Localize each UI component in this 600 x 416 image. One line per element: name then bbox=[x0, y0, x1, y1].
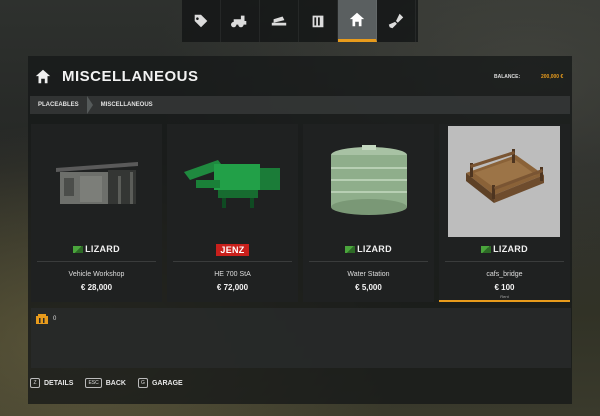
divider bbox=[309, 261, 428, 262]
item-image bbox=[167, 124, 298, 236]
item-name: Vehicle Workshop bbox=[68, 271, 125, 278]
tab-landscaping[interactable] bbox=[377, 0, 416, 42]
item-image bbox=[31, 124, 162, 236]
item-rent-note: Rent bbox=[500, 294, 509, 299]
category-tab-bar bbox=[182, 0, 418, 42]
hint-label: GARAGE bbox=[151, 379, 183, 387]
garage-button[interactable]: G GARAGE bbox=[137, 378, 183, 388]
item-card-vehicle-workshop[interactable]: LIZARD Vehicle Workshop € 28,000 bbox=[31, 124, 162, 302]
hint-label: DETAILS bbox=[44, 379, 74, 387]
divider bbox=[173, 261, 292, 262]
page-title: MISCELLANEOUS bbox=[62, 68, 199, 85]
balance-label: BALANCE: bbox=[494, 74, 521, 80]
brand-logo: LIZARD bbox=[31, 244, 162, 254]
item-details-panel: 0 bbox=[31, 308, 571, 368]
breadcrumb-item-placeables[interactable]: PLACEABLES bbox=[30, 102, 87, 108]
item-name: HE 700 StA bbox=[214, 271, 251, 278]
home-icon bbox=[349, 12, 365, 26]
silo-icon bbox=[312, 15, 324, 28]
tab-vehicles[interactable] bbox=[221, 0, 260, 42]
hint-label: BACK bbox=[105, 379, 126, 387]
item-price: € 5,000 bbox=[355, 283, 382, 292]
item-list: LIZARD Vehicle Workshop € 28,000 JENZ HE… bbox=[31, 124, 571, 302]
workshop-image bbox=[55, 162, 138, 204]
tractor-icon bbox=[231, 15, 247, 28]
item-name: Water Station bbox=[347, 271, 390, 278]
tab-tools[interactable] bbox=[260, 0, 299, 42]
item-card-he-700-sta[interactable]: JENZ HE 700 StA € 72,000 bbox=[167, 124, 298, 302]
tools-icon bbox=[271, 16, 287, 26]
divider bbox=[445, 261, 564, 262]
home-icon bbox=[35, 69, 51, 84]
details-button[interactable]: Z DETAILS bbox=[30, 378, 73, 388]
tag-icon bbox=[194, 14, 208, 28]
key-hint: Z bbox=[30, 378, 40, 388]
item-price: € 72,000 bbox=[216, 283, 249, 292]
item-image bbox=[448, 126, 560, 237]
key-hint: G bbox=[137, 378, 148, 388]
item-card-water-station[interactable]: LIZARD Water Station € 5,000 bbox=[303, 124, 434, 302]
brand-logo: JENZ bbox=[167, 244, 298, 256]
shop-panel: MISCELLANEOUS BALANCE: 200,000 € PLACEAB… bbox=[28, 56, 572, 404]
footer-hints: Z DETAILS ESC BACK G GARAGE bbox=[30, 376, 195, 390]
storage-icon bbox=[36, 314, 48, 324]
item-price: € 28,000 bbox=[80, 283, 113, 292]
balance-value: 200,000 € bbox=[541, 74, 564, 80]
water-tank-image bbox=[330, 145, 407, 215]
item-price: € 100 bbox=[494, 283, 515, 292]
breadcrumb: PLACEABLES MISCELLANEOUS bbox=[30, 96, 570, 114]
item-detail-value: 0 bbox=[53, 316, 57, 322]
brand-logo: LIZARD bbox=[303, 244, 434, 254]
divider bbox=[37, 261, 156, 262]
breadcrumb-item-miscellaneous: MISCELLANEOUS bbox=[100, 102, 153, 108]
item-name: cafs_bridge bbox=[486, 271, 523, 278]
page-header: MISCELLANEOUS BALANCE: 200,000 € bbox=[28, 66, 572, 94]
bridge-image bbox=[466, 148, 544, 203]
back-button[interactable]: ESC BACK bbox=[85, 378, 126, 388]
item-image bbox=[303, 124, 434, 236]
item-card-cafs-bridge[interactable]: LIZARD cafs_bridge € 100 Rent bbox=[439, 124, 570, 302]
tab-sales[interactable] bbox=[182, 0, 221, 42]
key-hint: ESC bbox=[85, 378, 102, 388]
chipper-image bbox=[183, 160, 280, 208]
shovel-icon bbox=[388, 13, 404, 29]
tab-placeables[interactable] bbox=[338, 0, 377, 42]
tab-objects[interactable] bbox=[299, 0, 338, 42]
brand-logo: LIZARD bbox=[439, 244, 570, 254]
